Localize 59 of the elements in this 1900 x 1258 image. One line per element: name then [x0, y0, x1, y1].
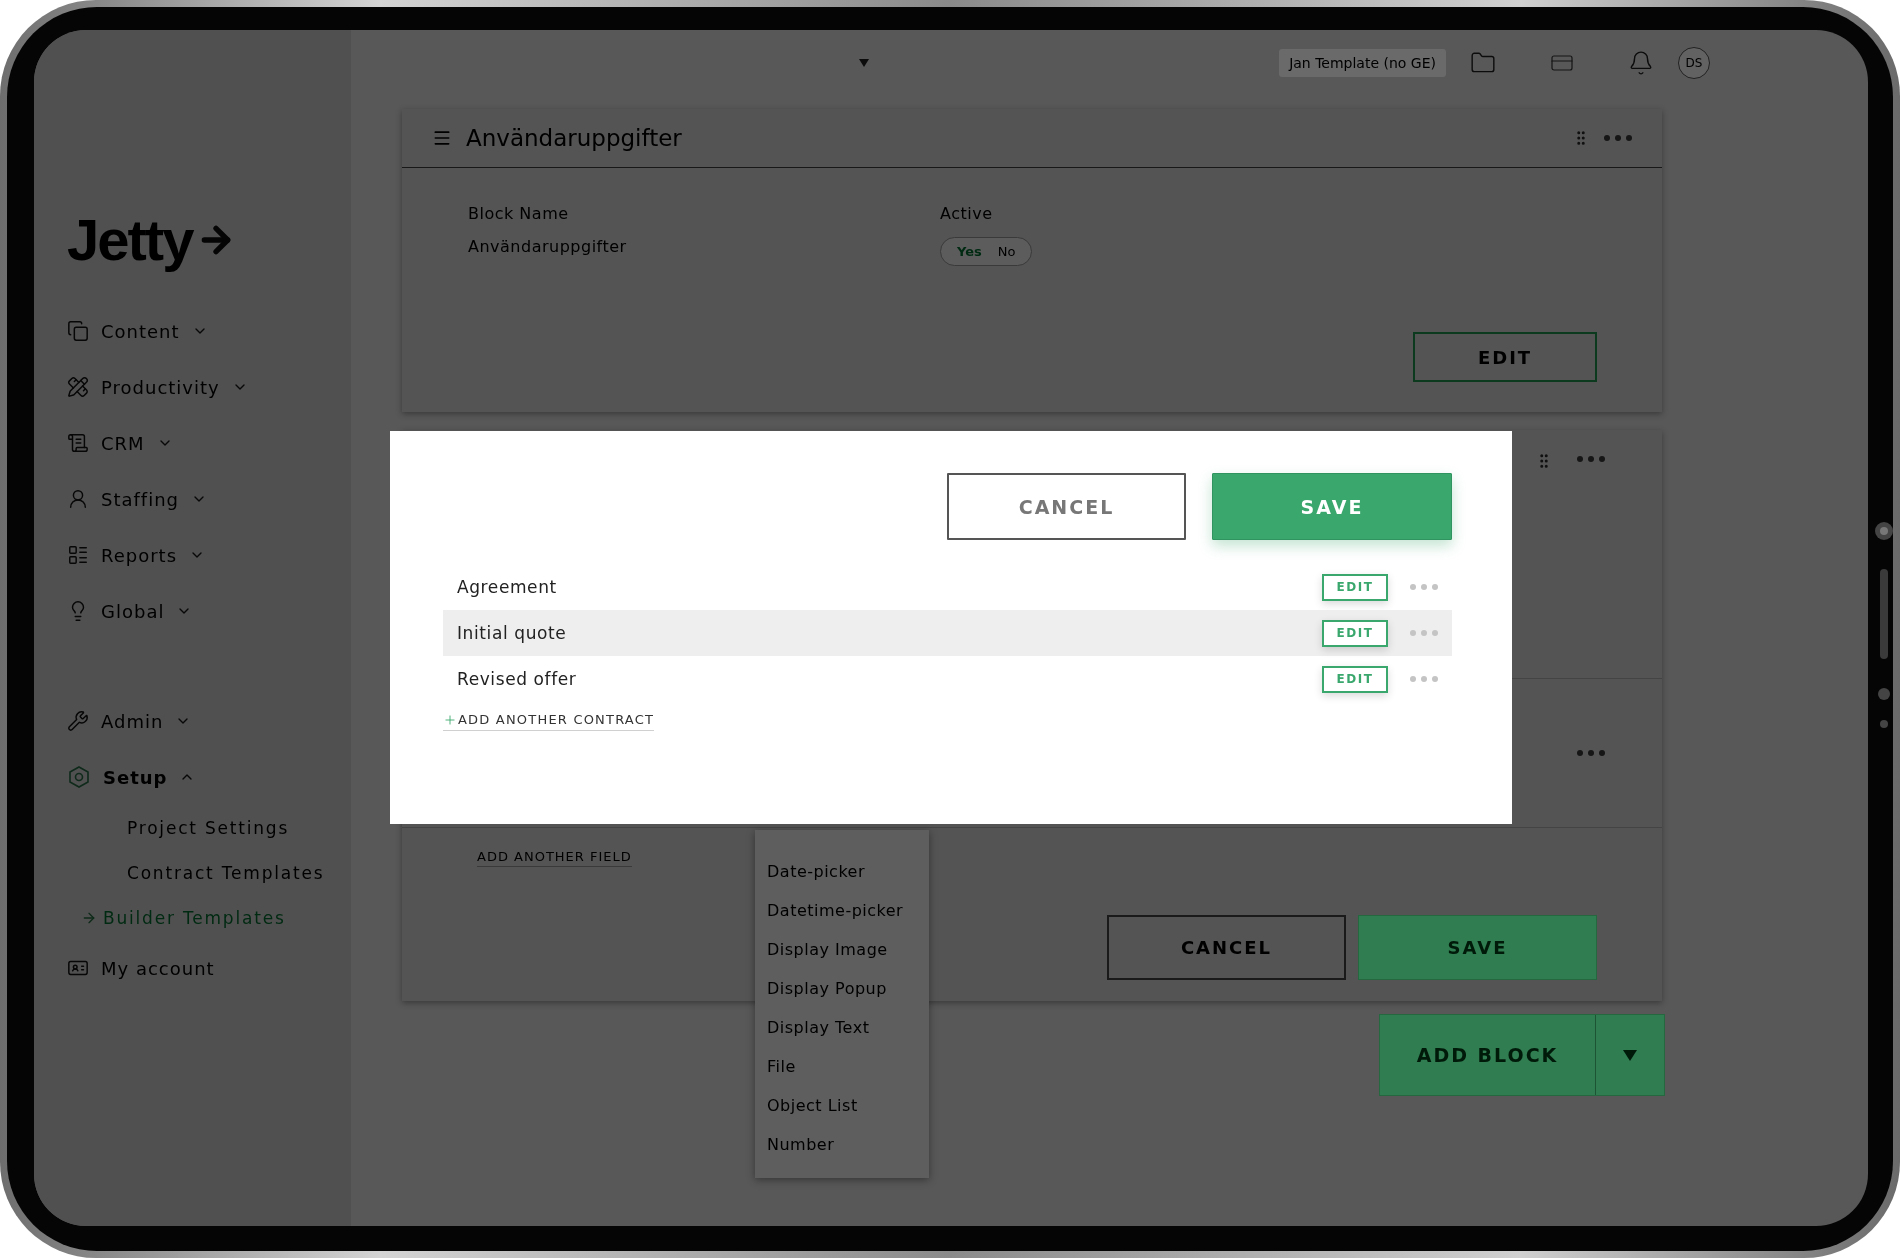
dropdown-option[interactable]: Display Popup	[755, 969, 929, 1008]
nav-item[interactable]: Global	[101, 600, 165, 622]
cancel-button[interactable]: CANCEL	[947, 473, 1186, 540]
contract-name: Revised offer	[457, 669, 578, 689]
edit-button[interactable]: EDIT	[1322, 665, 1388, 693]
dropdown-option[interactable]: Date-picker	[755, 852, 929, 891]
dropdown-option[interactable]: Display Image	[755, 930, 929, 969]
contract-name: Agreement	[457, 577, 558, 597]
nav-subitem[interactable]: Contract Templates	[127, 862, 325, 883]
edit-button[interactable]: EDIT	[1322, 573, 1388, 601]
dropdown-option[interactable]: Display Text	[755, 1008, 929, 1047]
contract-name: Initial quote	[457, 623, 568, 643]
dropdown-option[interactable]: Number	[755, 1125, 929, 1164]
nav-item[interactable]: CRM	[101, 432, 145, 454]
nav-subitem[interactable]: Builder Templates	[103, 907, 286, 928]
nav-item[interactable]: Admin	[101, 710, 164, 732]
field-label: Active	[940, 204, 994, 223]
toggle-option[interactable]: Yes	[951, 242, 988, 261]
caret-down-icon	[1623, 1049, 1637, 1061]
dropdown-option[interactable]: Object List	[755, 1086, 929, 1125]
nav-subitem[interactable]: Project Settings	[127, 817, 290, 838]
scroll-icon	[67, 432, 89, 454]
caret-down-icon	[859, 58, 870, 67]
edit-button[interactable]: EDIT	[1413, 332, 1597, 382]
dropdown-option[interactable]: File	[755, 1047, 929, 1086]
save-button[interactable]: SAVE	[1212, 473, 1452, 540]
copy-icon	[67, 320, 89, 342]
contract-row[interactable]: Initial quote EDIT	[443, 610, 1452, 656]
logo-text: Jetty	[67, 206, 193, 273]
edit-button[interactable]: EDIT	[1322, 619, 1388, 647]
yes-no-toggle[interactable]: Yes No	[940, 237, 1033, 266]
pencil-ruler-icon	[67, 376, 89, 398]
block-title: Användaruppgifter	[466, 125, 683, 151]
notification-bell-icon[interactable]	[1628, 49, 1654, 76]
field-value: Användaruppgifter	[468, 237, 628, 258]
contract-row[interactable]: Agreement EDIT	[443, 564, 1452, 610]
list-icon	[67, 544, 89, 566]
add-field-link[interactable]: ADD ANOTHER FIELD	[477, 849, 632, 867]
wrench-icon	[67, 710, 89, 732]
nav-item[interactable]: Content	[101, 320, 180, 342]
save-button[interactable]: SAVE	[1358, 915, 1597, 980]
nav-item[interactable]: Staffing	[101, 488, 180, 510]
person-icon	[67, 488, 89, 510]
nav-item[interactable]: My account	[101, 957, 215, 979]
contract-row[interactable]: Revised offer EDIT	[443, 656, 1452, 702]
nav-item[interactable]: Reports	[101, 544, 178, 566]
add-block-button[interactable]: ADD BLOCK	[1380, 1015, 1596, 1095]
field-label: Block Name	[468, 204, 570, 223]
toggle-option[interactable]: No	[991, 242, 1022, 261]
cancel-button[interactable]: CANCEL	[1107, 915, 1346, 980]
template-chip[interactable]: Jan Template (no GE)	[1279, 48, 1446, 77]
nav-item[interactable]: Productivity	[101, 376, 220, 398]
user-avatar[interactable]: DS	[1678, 46, 1710, 79]
menu-icon[interactable]	[432, 128, 452, 148]
add-contract-link[interactable]: ADD ANOTHER CONTRACT	[443, 712, 655, 731]
plus-icon	[443, 712, 457, 727]
dropdown-option[interactable]: Datetime-picker	[755, 891, 929, 930]
hexagon-icon	[67, 765, 91, 789]
nav-item[interactable]: Setup	[103, 766, 168, 788]
